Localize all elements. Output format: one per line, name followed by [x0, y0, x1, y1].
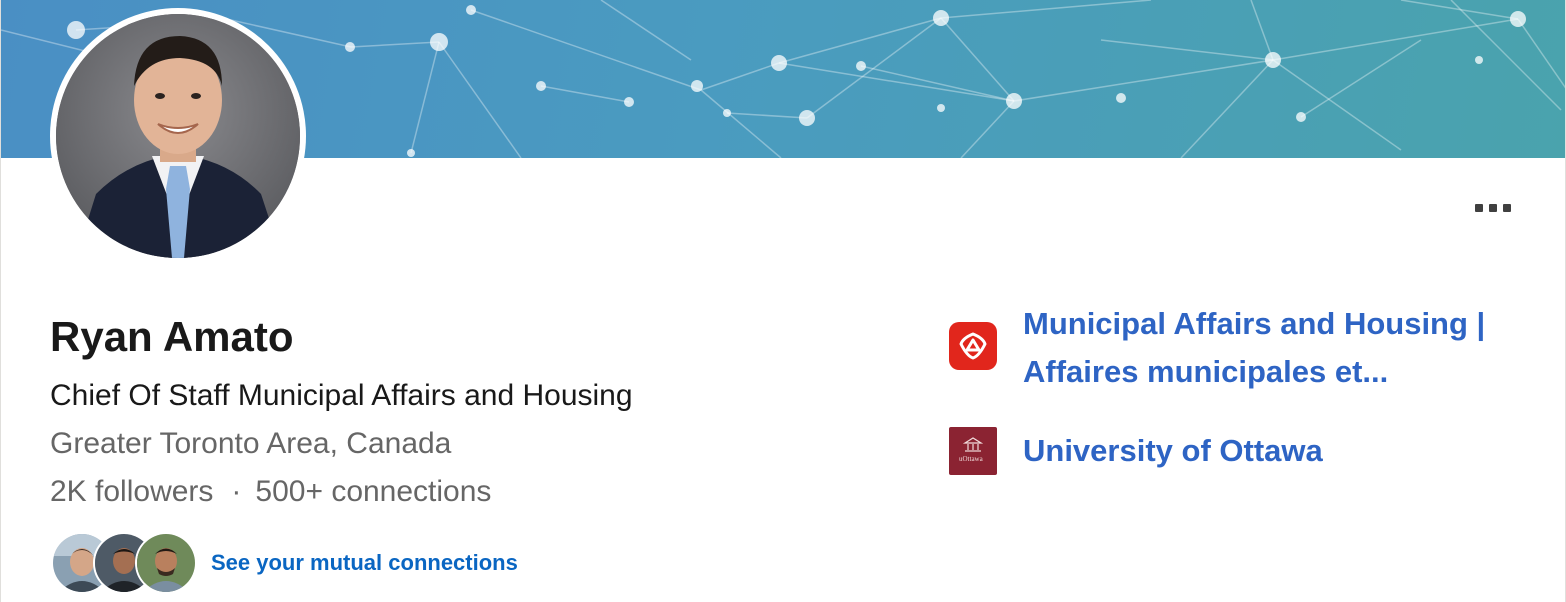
current-company-item[interactable]: Municipal Affairs and Housing | Affaires…	[949, 300, 1543, 396]
profile-photo[interactable]	[50, 8, 306, 264]
mutual-avatars[interactable]	[51, 532, 197, 594]
school-name[interactable]: University of Ottawa	[1023, 427, 1543, 475]
profile-card: Ryan Amato Chief Of Staff Municipal Affa…	[0, 0, 1566, 602]
current-company-name[interactable]: Municipal Affairs and Housing | Affaires…	[1023, 300, 1543, 396]
stats-separator: ·	[231, 475, 242, 508]
profile-stats: 2K followers · 500+ connections	[50, 474, 491, 510]
profile-headline: Chief Of Staff Municipal Affairs and Hou…	[50, 379, 633, 412]
uottawa-logo-icon: uOttawa	[949, 427, 997, 475]
followers-count[interactable]: 2K followers	[50, 475, 213, 508]
uottawa-logo-text: uOttawa	[959, 455, 983, 463]
more-actions-button[interactable]	[1465, 190, 1521, 226]
mutual-avatar	[135, 532, 197, 594]
company-name-line-1: Municipal Affairs and Housing |	[1023, 306, 1486, 341]
profile-photo-image	[56, 14, 300, 258]
more-horizontal-icon	[1475, 204, 1511, 212]
education-item[interactable]: uOttawa University of Ottawa	[949, 427, 1543, 475]
mutual-connections: See your mutual connections	[51, 532, 518, 594]
ontario-trillium-logo-icon	[949, 322, 997, 370]
profile-name: Ryan Amato	[50, 313, 294, 360]
see-mutual-connections-link[interactable]: See your mutual connections	[211, 550, 518, 576]
profile-location: Greater Toronto Area, Canada	[50, 427, 452, 460]
connections-count[interactable]: 500+ connections	[255, 475, 491, 508]
company-name-line-2: Affaires municipales et...	[1023, 354, 1389, 389]
